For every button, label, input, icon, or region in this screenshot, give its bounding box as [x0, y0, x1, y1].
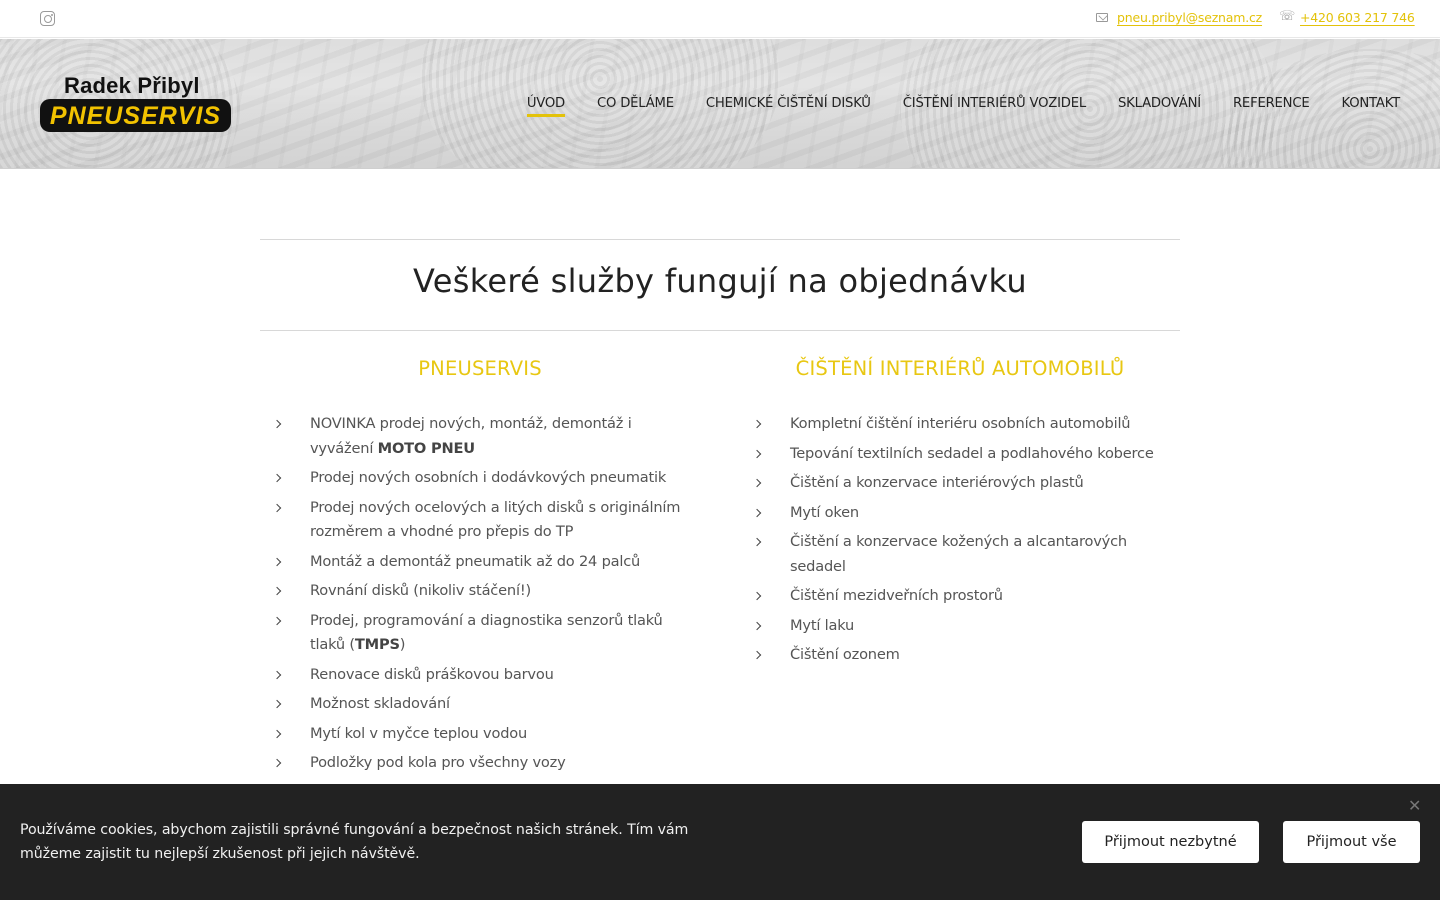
logo-brand: PNEUSERVIS: [49, 102, 222, 130]
nav-item-chemicke-cisteni[interactable]: CHEMICKÉ ČIŠTĚNÍ DISKŮ: [706, 96, 871, 117]
logo-name: Radek Přibyl: [64, 73, 200, 98]
cookie-text: Používáme cookies, abychom zajistili spr…: [20, 822, 689, 862]
list-item: Podložky pod kola pro všechny vozy: [260, 751, 700, 776]
page-title: Veškeré služby fungují na objednávku: [413, 262, 1027, 300]
chevron-right-icon: [272, 473, 282, 483]
close-icon[interactable]: ✕: [1408, 798, 1421, 814]
chevron-right-icon: [752, 591, 762, 601]
list-item: Prodej, programování a diagnostika senzo…: [260, 609, 700, 658]
list-item: Čištění a konzervace interiérových plast…: [740, 471, 1180, 496]
site-logo[interactable]: Radek Přibyl PNEUSERVIS: [40, 73, 231, 133]
nav-item-uvod[interactable]: ÚVOD: [526, 96, 565, 117]
column-heading: ČIŠTĚNÍ INTERIÉRŮ AUTOMOBILŮ: [795, 357, 1125, 380]
list-item: Čištění mezidveřních prostorů: [740, 584, 1180, 609]
phone-link[interactable]: +420 603 217 746: [1300, 10, 1415, 25]
chevron-right-icon: [752, 449, 762, 458]
list-item: Montáž a demontáž pneumatik až do 24 pal…: [260, 550, 700, 575]
mail-icon: [1096, 13, 1108, 22]
phone-icon: ☏: [1279, 9, 1296, 24]
accept-all-button[interactable]: Přijmout vše: [1283, 821, 1420, 863]
chevron-right-icon: [272, 699, 282, 709]
cookie-banner: Používáme cookies, abychom zajistili spr…: [0, 784, 1440, 900]
nav-item-kontakt[interactable]: KONTAKT: [1341, 96, 1400, 117]
services-list: Kompletní čištění interiéru osobních aut…: [740, 412, 1180, 668]
list-item: Možnost skladování: [260, 692, 700, 717]
chevron-right-icon: [272, 616, 282, 625]
chevron-right-icon: [272, 758, 282, 768]
chevron-right-icon: [752, 508, 762, 517]
accept-necessary-button[interactable]: Přijmout nezbytné: [1082, 821, 1259, 863]
chevron-right-icon: [272, 586, 282, 596]
nav-item-cisteni-interieru[interactable]: ČIŠTĚNÍ INTERIÉRŮ VOZIDEL: [903, 96, 1086, 117]
chevron-right-icon: [272, 557, 282, 566]
title-section: Veškeré služby fungují na objednávku: [260, 239, 1180, 331]
email-link[interactable]: pneu.pribyl@seznam.cz: [1117, 10, 1262, 25]
list-item: Mytí oken: [740, 501, 1180, 526]
list-item: Mytí laku: [740, 614, 1180, 639]
nav-item-skladovani[interactable]: SKLADOVÁNÍ: [1118, 96, 1201, 117]
chevron-right-icon: [752, 537, 762, 547]
list-item: Čištění a konzervace kožených a alcantar…: [740, 530, 1180, 579]
nav-item-co-delame[interactable]: CO DĚLÁME: [597, 96, 674, 117]
services-column-interior: ČIŠTĚNÍ INTERIÉRŮ AUTOMOBILŮ Kompletní č…: [740, 350, 1180, 673]
list-item: Čištění ozonem: [740, 643, 1180, 668]
list-item: Rovnání disků (nikoliv stáčení!): [260, 579, 700, 604]
chevron-right-icon: [752, 621, 762, 630]
column-heading: PNEUSERVIS: [418, 357, 542, 380]
main-nav: ÚVOD CO DĚLÁME CHEMICKÉ ČIŠTĚNÍ DISKŮ ČI…: [526, 96, 1400, 117]
list-item: Kompletní čištění interiéru osobních aut…: [740, 412, 1180, 437]
services-list: NOVINKA prodej nových, montáž, demontáž …: [260, 412, 700, 776]
list-item: Mytí kol v myčce teplou vodou: [260, 722, 700, 747]
instagram-icon[interactable]: [40, 11, 55, 26]
chevron-right-icon: [752, 478, 762, 488]
chevron-right-icon: [272, 419, 282, 429]
nav-item-reference[interactable]: REFERENCE: [1233, 96, 1310, 117]
chevron-right-icon: [752, 650, 762, 660]
logo-brand-plate: PNEUSERVIS: [40, 99, 231, 132]
list-item: Renovace disků práškovou barvou: [260, 663, 700, 688]
services-column-tires: PNEUSERVIS NOVINKA prodej nových, montáž…: [260, 350, 700, 781]
chevron-right-icon: [272, 729, 282, 738]
chevron-right-icon: [272, 670, 282, 679]
chevron-right-icon: [272, 503, 282, 512]
list-item: Prodej nových ocelových a litých disků s…: [260, 496, 700, 545]
list-item: Tepování textilních sedadel a podlahovéh…: [740, 442, 1180, 467]
list-item: Prodej nových osobních i dodávkových pne…: [260, 466, 700, 491]
site-header: Radek Přibyl PNEUSERVIS ÚVOD CO DĚLÁME C…: [0, 39, 1440, 169]
list-item: NOVINKA prodej nových, montáž, demontáž …: [260, 412, 700, 461]
chevron-right-icon: [752, 419, 762, 429]
top-bar: pneu.pribyl@seznam.cz ☏ +420 603 217 746: [0, 0, 1440, 38]
